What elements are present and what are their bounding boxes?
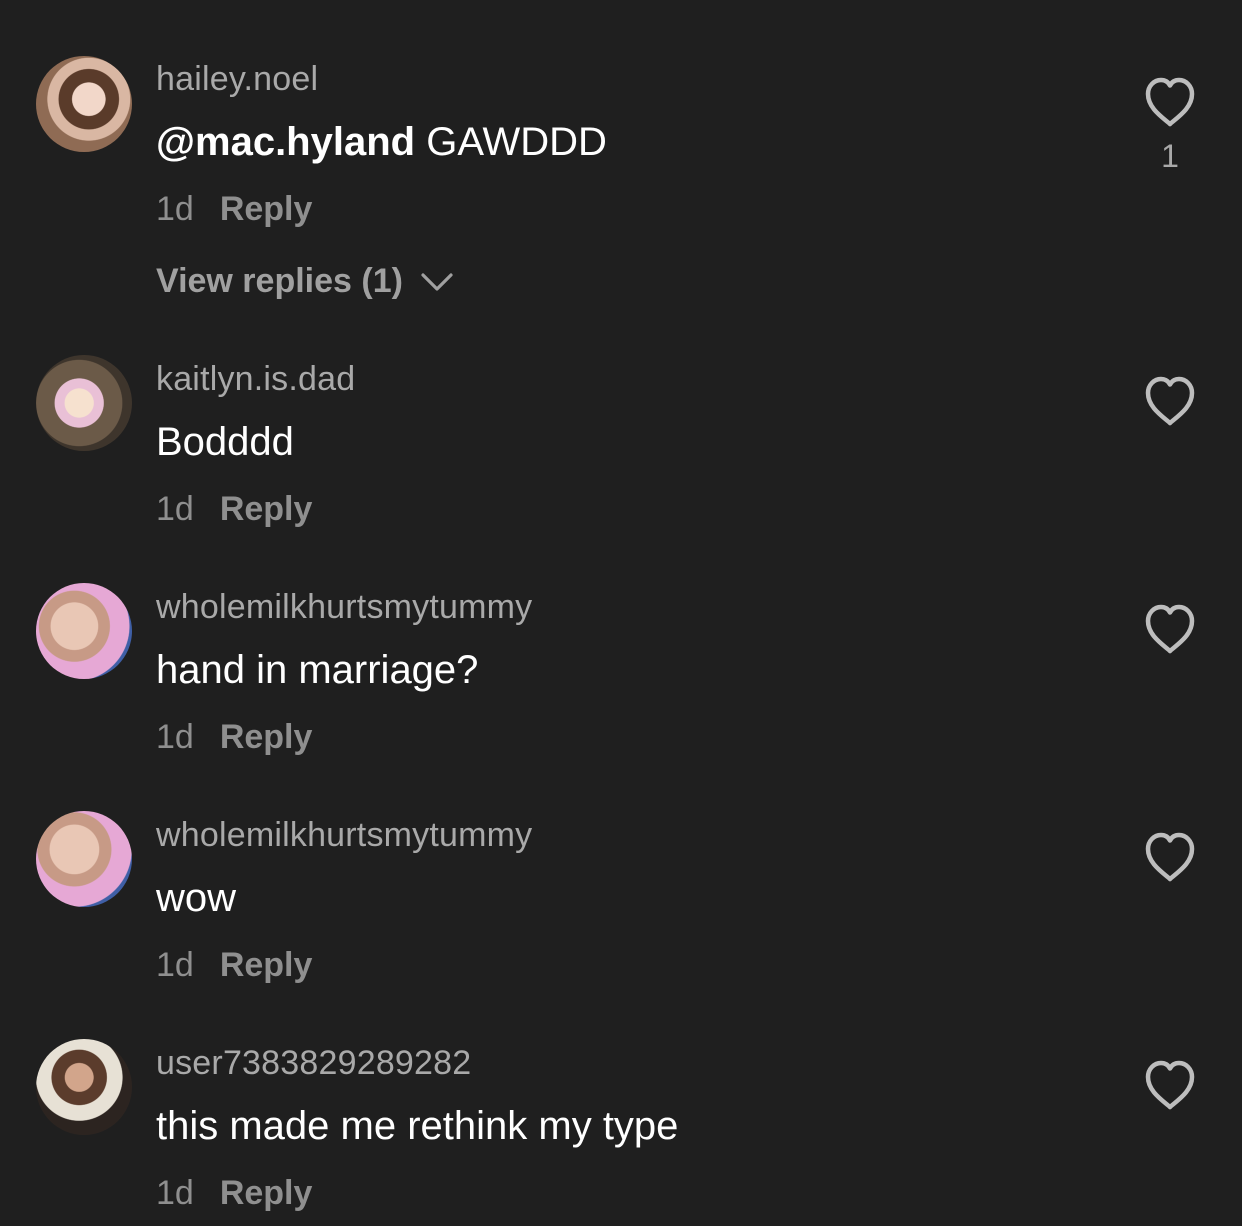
like-button[interactable]: [1140, 1057, 1200, 1117]
comment-meta: 1d Reply: [156, 490, 312, 529]
comment-username[interactable]: wholemilkhurtsmytummy: [156, 816, 532, 855]
view-replies-label: View replies (1): [156, 262, 403, 300]
reply-button[interactable]: Reply: [220, 1174, 313, 1212]
comment-meta: 1d Reply: [156, 190, 312, 229]
like-count: 1: [1161, 138, 1179, 174]
reply-button[interactable]: Reply: [220, 190, 313, 228]
comment-meta: 1d Reply: [156, 1174, 312, 1213]
avatar[interactable]: [36, 811, 132, 907]
like-button[interactable]: [1140, 829, 1200, 889]
like-button[interactable]: [1140, 74, 1200, 134]
comment-time: 1d: [156, 946, 194, 984]
comment-text: wow: [156, 876, 237, 920]
reply-button[interactable]: Reply: [220, 718, 313, 756]
comment-text: Bodddd: [156, 420, 294, 464]
comment-username[interactable]: user7383829289282: [156, 1044, 471, 1083]
like-button[interactable]: [1140, 601, 1200, 661]
reply-button[interactable]: Reply: [220, 490, 313, 528]
comment-text: this made me rethink my type: [156, 1104, 679, 1148]
reply-button[interactable]: Reply: [220, 946, 313, 984]
comment-time: 1d: [156, 718, 194, 756]
view-replies-button[interactable]: View replies (1): [156, 262, 454, 303]
heart-outline-icon: [1145, 1060, 1195, 1110]
mention-link[interactable]: @mac.hyland: [156, 120, 415, 164]
comment-username[interactable]: hailey.noel: [156, 60, 318, 99]
comment-text: hand in marriage?: [156, 648, 479, 692]
chevron-down-icon: [420, 264, 454, 303]
avatar[interactable]: [36, 1039, 132, 1135]
avatar[interactable]: [36, 583, 132, 679]
heart-outline-icon: [1145, 832, 1195, 882]
like-button[interactable]: [1140, 373, 1200, 433]
comment-meta: 1d Reply: [156, 946, 312, 985]
comment-meta: 1d Reply: [156, 718, 312, 757]
heart-outline-icon: [1145, 77, 1195, 127]
heart-outline-icon: [1145, 376, 1195, 426]
comment-username[interactable]: wholemilkhurtsmytummy: [156, 588, 532, 627]
comment-time: 1d: [156, 190, 194, 228]
comment-time: 1d: [156, 490, 194, 528]
avatar[interactable]: [36, 56, 132, 152]
heart-outline-icon: [1145, 604, 1195, 654]
comment-text-body: GAWDDD: [415, 120, 607, 164]
comment-text: @mac.hyland GAWDDD: [156, 120, 607, 165]
comment-username[interactable]: kaitlyn.is.dad: [156, 360, 355, 399]
avatar[interactable]: [36, 355, 132, 451]
comment-time: 1d: [156, 1174, 194, 1212]
